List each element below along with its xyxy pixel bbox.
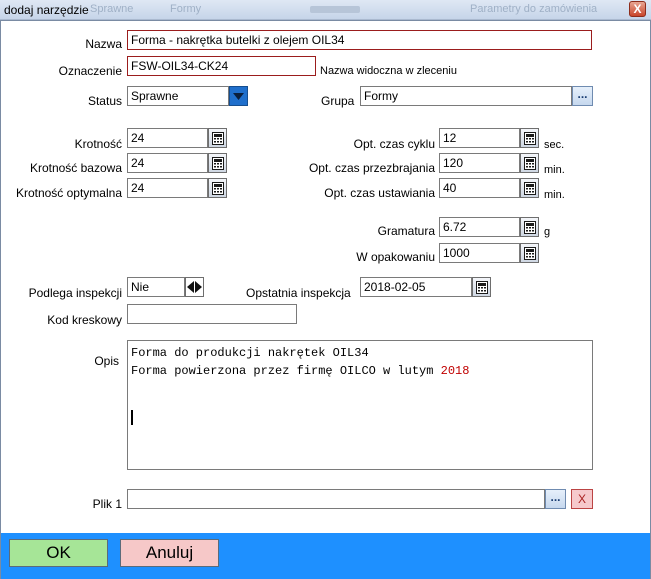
background-tab-blur — [310, 6, 360, 13]
calculator-icon — [212, 157, 224, 170]
czas-przezbrajania-calc-button[interactable] — [520, 153, 539, 173]
opis-textarea[interactable]: Forma do produkcji nakrętek OIL34 Forma … — [127, 340, 593, 470]
w-opakowaniu-label: W opakowaniu — [356, 250, 435, 264]
window-title: dodaj narzędzie — [4, 3, 89, 17]
czas-ustawiania-input[interactable]: 40 — [439, 178, 520, 198]
krotnosc-calc-button[interactable] — [208, 128, 227, 148]
background-tab: Sprawne — [90, 3, 134, 15]
opis-line-2-text: Forma powierzona przez firmę OILCO w lut… — [131, 364, 441, 378]
czas-ustawiania-unit: min. — [544, 189, 565, 201]
krotnosc-bazowa-input[interactable]: 24 — [127, 153, 208, 173]
nazwa-label: Nazwa — [85, 37, 122, 51]
calculator-icon — [524, 132, 536, 145]
czas-cyklu-label: Opt. czas cyklu — [353, 137, 435, 151]
close-button[interactable]: X — [629, 1, 646, 17]
inspekcja-spinner[interactable]: Nie — [127, 277, 185, 297]
gramatura-unit: g — [544, 226, 551, 238]
ostatnia-inspekcja-label: Opstatnia inspekcja — [246, 286, 351, 300]
calculator-icon — [212, 182, 224, 195]
opis-line-2: Forma powierzona przez firmę OILCO w lut… — [131, 362, 592, 380]
title-bar: dodaj narzędzie Sprawne Formy Parametry … — [0, 0, 651, 20]
oznaczenie-hint: Nazwa widoczna w zleceniu — [320, 65, 457, 77]
cancel-button[interactable]: Anuluj — [120, 539, 219, 567]
status-dropdown-button[interactable] — [229, 86, 248, 106]
plik1-label: Plik 1 — [92, 497, 122, 511]
dropdown-arrow-icon — [233, 93, 244, 100]
oznaczenie-label: Oznaczenie — [58, 64, 122, 78]
krotnosc-optymalna-label: Krotność optymalna — [15, 186, 122, 200]
calculator-icon — [524, 247, 536, 260]
status-select[interactable]: Sprawne — [127, 86, 229, 106]
krotnosc-bazowa-calc-button[interactable] — [208, 153, 227, 173]
ok-button[interactable]: OK — [9, 539, 108, 567]
dialog-footer: OK Anuluj — [1, 533, 650, 579]
inspekcja-label: Podlega inspekcji — [28, 286, 122, 300]
grupa-browse-button[interactable]: ... — [572, 86, 593, 106]
czas-cyklu-unit: sec. — [544, 139, 565, 151]
w-opakowaniu-calc-button[interactable] — [520, 243, 539, 263]
add-tool-dialog: Nazwa Forma - nakrętka butelki z olejem … — [0, 20, 651, 579]
status-label: Status — [87, 94, 122, 108]
plik1-input[interactable] — [127, 489, 545, 509]
w-opakowaniu-input[interactable]: 1000 — [439, 243, 520, 263]
plik1-browse-button[interactable]: ... — [545, 489, 566, 509]
calculator-icon — [212, 132, 224, 145]
opis-line-1: Forma do produkcji nakrętek OIL34 — [131, 346, 369, 360]
nazwa-input[interactable]: Forma - nakrętka butelki z olejem OIL34 — [127, 30, 592, 50]
krotnosc-bazowa-label: Krotność bazowa — [29, 161, 122, 175]
calculator-icon — [476, 281, 488, 294]
czas-przezbrajania-input[interactable]: 120 — [439, 153, 520, 173]
opis-year: 2018 — [440, 364, 470, 378]
krotnosc-optymalna-input[interactable]: 24 — [127, 178, 208, 198]
text-caret — [131, 410, 133, 425]
krotnosc-optymalna-calc-button[interactable] — [208, 178, 227, 198]
gramatura-label: Gramatura — [377, 224, 435, 238]
opis-label: Opis — [94, 354, 119, 368]
kod-kreskowy-label: Kod kreskowy — [47, 313, 122, 327]
gramatura-input[interactable]: 6.72 — [439, 217, 520, 237]
czas-cyklu-input[interactable]: 12 — [439, 128, 520, 148]
ostatnia-inspekcja-input[interactable]: 2018-02-05 — [360, 277, 472, 297]
oznaczenie-input[interactable]: FSW-OIL34-CK24 — [127, 56, 316, 76]
czas-cyklu-calc-button[interactable] — [520, 128, 539, 148]
grupa-label: Grupa — [321, 94, 355, 108]
calculator-icon — [524, 182, 536, 195]
czas-przezbrajania-unit: min. — [544, 164, 565, 176]
background-tab: Formy — [170, 3, 202, 15]
ostatnia-inspekcja-calendar-button[interactable] — [472, 277, 491, 297]
plik1-remove-button[interactable]: X — [571, 489, 593, 509]
krotnosc-label: Krotność — [74, 137, 122, 151]
spin-arrows-icon — [187, 281, 202, 293]
gramatura-calc-button[interactable] — [520, 217, 539, 237]
calculator-icon — [524, 221, 536, 234]
background-tab: Parametry do zamówienia — [470, 3, 598, 15]
kod-kreskowy-input[interactable] — [127, 304, 297, 324]
grupa-input[interactable]: Formy — [360, 86, 572, 106]
calculator-icon — [524, 157, 536, 170]
krotnosc-input[interactable]: 24 — [127, 128, 208, 148]
inspekcja-spin-button[interactable] — [185, 277, 204, 297]
czas-ustawiania-label: Opt. czas ustawiania — [324, 186, 435, 200]
czas-przezbrajania-label: Opt. czas przezbrajania — [308, 161, 435, 175]
czas-ustawiania-calc-button[interactable] — [520, 178, 539, 198]
